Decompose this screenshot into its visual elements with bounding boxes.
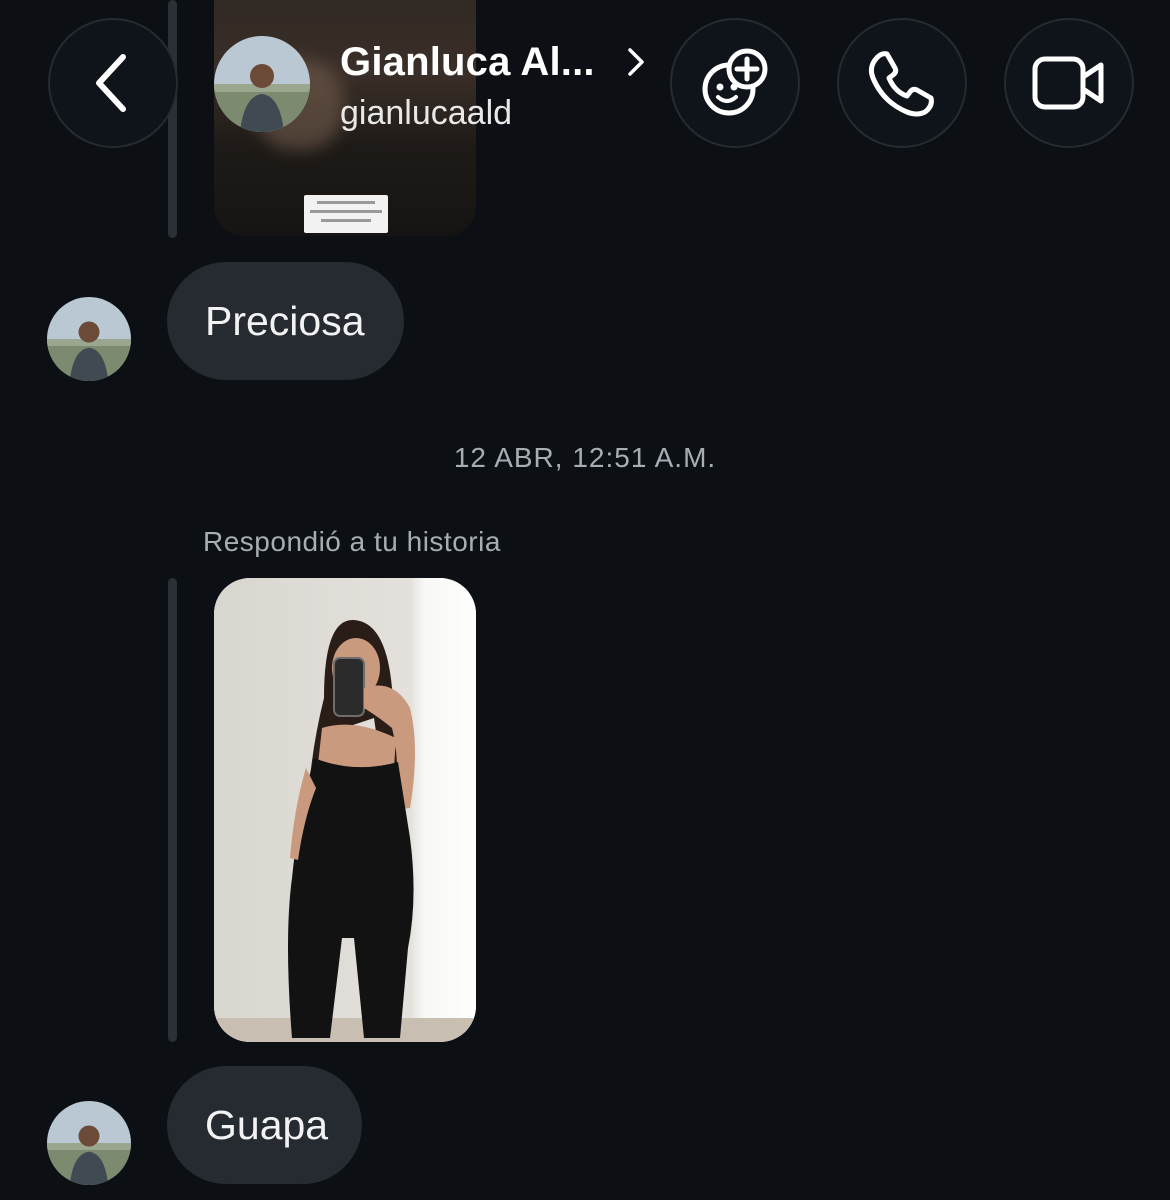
chevron-left-icon xyxy=(96,54,126,112)
message-text: Preciosa xyxy=(205,297,365,344)
message-text: Guapa xyxy=(205,1101,329,1148)
effects-button[interactable] xyxy=(670,18,800,148)
contact-username[interactable]: gianlucaald xyxy=(340,94,512,133)
sender-avatar[interactable] xyxy=(47,1101,131,1185)
timestamp-divider: 12 ABR, 12:51 A.M. xyxy=(453,442,717,473)
contact-name[interactable]: Gianluca Al... xyxy=(340,40,595,85)
reply-indicator-bar xyxy=(168,578,177,1042)
chat-header: Gianluca Al... gianlucaald xyxy=(0,0,1170,160)
story-reply-label: Respondió a tu historia xyxy=(203,526,501,557)
phone-icon xyxy=(868,51,934,117)
message-bubble[interactable]: Guapa xyxy=(167,1066,362,1184)
audio-call-button[interactable] xyxy=(837,18,967,148)
story-thumbnail[interactable] xyxy=(214,578,476,1042)
sender-avatar[interactable] xyxy=(47,297,131,381)
header-avatar[interactable] xyxy=(214,36,310,132)
video-camera-icon xyxy=(1032,56,1104,110)
chat-screen: Gianluca Al... gianlucaald Preciosa 12 A… xyxy=(0,0,1170,1200)
chevron-right-icon[interactable] xyxy=(622,42,650,87)
message-bubble[interactable]: Preciosa xyxy=(167,262,404,380)
effects-face-plus-icon xyxy=(702,48,768,116)
back-button[interactable] xyxy=(48,18,178,148)
video-call-button[interactable] xyxy=(1004,18,1134,148)
